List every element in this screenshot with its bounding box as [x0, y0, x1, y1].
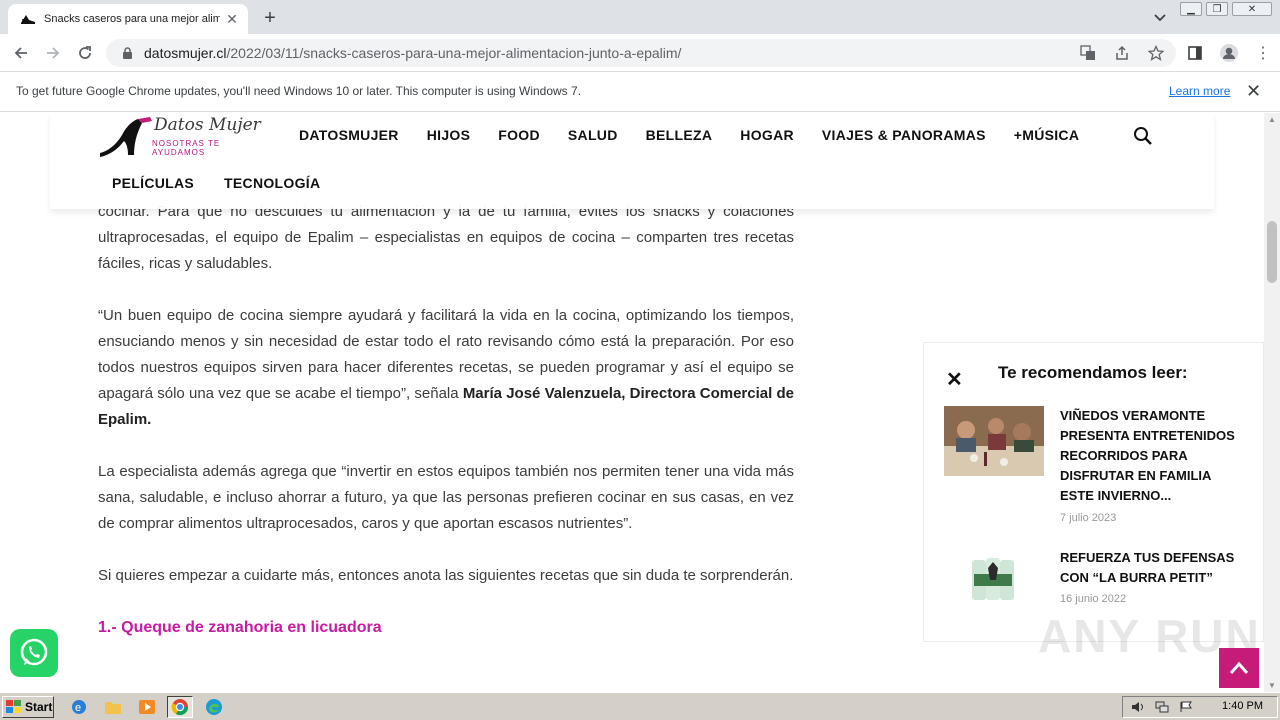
window-controls: ▁ ❐ ✕: [1180, 2, 1272, 16]
chrome-taskbar-icon[interactable]: [167, 696, 193, 718]
logo-name: Datos Mujer: [154, 115, 261, 135]
high-heel-favicon-icon: [20, 11, 36, 27]
site-search-icon[interactable]: [1132, 125, 1154, 147]
tab-search-chevron-icon[interactable]: [1150, 8, 1170, 28]
system-tray: 1:40 PM: [1122, 696, 1278, 718]
scroll-down-arrow-icon[interactable]: ▼: [1268, 681, 1276, 690]
article-paragraph-4: Si quieres empezar a cuidarte más, enton…: [98, 567, 794, 584]
site-logo[interactable]: Datos Mujer NOSOTRAS TE AYUDAMOS: [98, 115, 276, 159]
nav-item-salud[interactable]: SALUD: [568, 127, 618, 143]
reload-icon[interactable]: [74, 42, 96, 64]
nav-item-hijos[interactable]: HIJOS: [427, 127, 471, 143]
vineyard-family-thumbnail[interactable]: [944, 406, 1044, 476]
forward-arrow-icon[interactable]: [42, 42, 64, 64]
nav-item-peliculas[interactable]: PELÍCULAS: [112, 175, 194, 191]
restore-icon[interactable]: ❐: [1206, 2, 1228, 16]
tab-strip: Snacks caseros para una mejor alimentaci…: [0, 0, 1280, 34]
svg-text:e: e: [75, 702, 81, 714]
recommendation-date: 16 junio 2022: [1060, 593, 1127, 605]
windows-logo-icon: [6, 700, 21, 713]
page-scrollbar[interactable]: ▲ ▼: [1264, 113, 1280, 692]
nav-item-viajes[interactable]: VIAJES & PANORAMAS: [822, 127, 986, 143]
nav-item-musica[interactable]: +MÚSICA: [1014, 127, 1080, 143]
tab-close-icon[interactable]: ✕: [224, 11, 240, 27]
article-paragraph-2: “Un buen equipo de cocina siempre ayudar…: [98, 307, 794, 428]
file-explorer-icon[interactable]: [100, 696, 126, 718]
new-tab-plus-icon[interactable]: +: [258, 6, 282, 30]
media-player-icon[interactable]: [134, 696, 160, 718]
web-page: cocinar. Para que no descuides tu alimen…: [0, 113, 1264, 692]
chevron-up-icon: [1229, 661, 1249, 674]
whatsapp-button[interactable]: [10, 629, 58, 677]
action-center-flag-icon[interactable]: [1177, 699, 1195, 715]
network-icon[interactable]: [1153, 699, 1171, 715]
lock-icon[interactable]: [120, 46, 134, 60]
tab-title: Snacks caseros para una mejor alimentaci…: [44, 13, 220, 25]
volume-icon[interactable]: [1129, 699, 1147, 715]
nav-item-datosmujer[interactable]: DATOSMUJER: [299, 127, 399, 143]
windows-taskbar: Start e 1:40 PM: [0, 692, 1280, 720]
nav-item-tecnologia[interactable]: TECNOLOGÍA: [224, 175, 320, 191]
recommendation-headline[interactable]: REFUERZA TUS DEFENSAS CON “LA BURRA PETI…: [1060, 548, 1244, 588]
nav-item-belleza[interactable]: BELLEZA: [646, 127, 713, 143]
infobar-message: To get future Google Chrome updates, you…: [16, 84, 582, 98]
recommendation-box: ✕ Te recomendamos leer: VIÑEDOS VERAMONT…: [923, 342, 1264, 642]
scroll-to-top-button[interactable]: [1219, 648, 1259, 688]
back-arrow-icon[interactable]: [10, 42, 32, 64]
close-window-icon[interactable]: ✕: [1232, 2, 1272, 16]
more-menu-icon[interactable]: ⋮: [1252, 42, 1274, 64]
scroll-thumb[interactable]: [1267, 221, 1277, 283]
nav-item-hogar[interactable]: HOGAR: [740, 127, 794, 143]
infobar-close-icon[interactable]: ✕: [1246, 81, 1261, 102]
recommendation-date: 7 julio 2023: [1060, 512, 1117, 524]
internet-explorer-icon[interactable]: e: [66, 696, 92, 718]
address-bar[interactable]: datosmujer.cl/2022/03/11/snacks-caseros-…: [106, 39, 1176, 67]
recipe-heading-1: 1.- Queque de zanahoria en licuadora: [98, 619, 382, 636]
article-paragraph-3: La especialista además agrega que “inver…: [98, 463, 794, 532]
start-button[interactable]: Start: [2, 696, 54, 718]
translate-icon[interactable]: [1078, 43, 1098, 63]
recommendation-close-icon[interactable]: ✕: [946, 367, 963, 392]
update-infobar: To get future Google Chrome updates, you…: [0, 72, 1280, 112]
article-paragraph-1: cocinar. Para que no descuides tu alimen…: [98, 203, 794, 272]
whatsapp-icon: [20, 638, 48, 666]
recommendation-headline[interactable]: VIÑEDOS VERAMONTE PRESENTA ENTRETENIDOS …: [1060, 406, 1244, 506]
taskbar-clock[interactable]: 1:40 PM: [1222, 700, 1263, 712]
browser-tab-active[interactable]: Snacks caseros para una mejor alimentaci…: [8, 4, 248, 34]
minimize-icon[interactable]: ▁: [1180, 2, 1202, 16]
high-heel-logo-icon: [100, 117, 152, 157]
article-body: cocinar. Para que no descuides tu alimen…: [98, 173, 794, 641]
main-nav: DATOSMUJER HIJOS FOOD SALUD BELLEZA HOGA…: [299, 127, 1079, 143]
recommendation-title: Te recomendamos leer:: [998, 363, 1188, 382]
side-panel-icon[interactable]: [1184, 42, 1206, 64]
scroll-up-arrow-icon[interactable]: ▲: [1268, 115, 1276, 124]
site-sticky-header: Datos Mujer NOSOTRAS TE AYUDAMOS DATOSMU…: [50, 113, 1214, 209]
profile-avatar-icon[interactable]: [1218, 42, 1240, 64]
share-icon[interactable]: [1112, 43, 1132, 63]
start-label: Start: [25, 700, 53, 714]
bookmark-star-icon[interactable]: [1146, 43, 1166, 63]
burra-petit-thumbnail[interactable]: [944, 548, 1044, 618]
secondary-nav: PELÍCULAS TECNOLOGÍA: [112, 175, 320, 191]
edge-icon[interactable]: [201, 696, 227, 718]
learn-more-link[interactable]: Learn more: [1169, 84, 1230, 98]
logo-tagline: NOSOTRAS TE AYUDAMOS: [152, 139, 221, 157]
nav-item-food[interactable]: FOOD: [498, 127, 540, 143]
browser-toolbar: datosmujer.cl/2022/03/11/snacks-caseros-…: [0, 34, 1280, 72]
url-text: datosmujer.cl/2022/03/11/snacks-caseros-…: [144, 45, 682, 61]
